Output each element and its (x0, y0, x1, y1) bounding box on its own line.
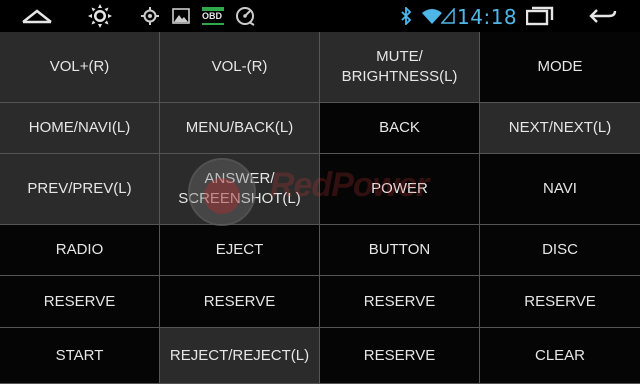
key-button-reserve[interactable]: RESERVE (320, 276, 480, 328)
gallery-icon (171, 0, 191, 32)
key-button-navi[interactable]: NAVI (480, 154, 640, 225)
recent-apps-icon[interactable] (525, 0, 555, 32)
key-button-start[interactable]: START (0, 328, 160, 384)
key-button-vol-r[interactable]: VOL-(R) (160, 32, 320, 103)
key-button-reserve[interactable]: RESERVE (480, 276, 640, 328)
obd-label: OBD (202, 11, 222, 21)
key-button-menu-back-l[interactable]: MENU/BACK(L) (160, 103, 320, 154)
key-button-mute-brightness-l[interactable]: MUTE/ BRIGHTNESS(L) (320, 32, 480, 103)
obd-icon: OBD (201, 0, 225, 32)
speed-icon (234, 0, 256, 32)
key-button-reserve[interactable]: RESERVE (320, 328, 480, 384)
chevron-up-icon[interactable] (20, 0, 54, 32)
key-button-radio[interactable]: RADIO (0, 225, 160, 276)
wifi-icon (422, 0, 442, 32)
brightness-icon[interactable] (86, 0, 114, 32)
key-button-answer-screenshot-l[interactable]: ANSWER/ SCREENSHOT(L) (160, 154, 320, 225)
button-grid: VOL+(R) VOL-(R) MUTE/ BRIGHTNESS(L) MODE HOM… (0, 32, 640, 384)
key-button-vol-r[interactable]: VOL+(R) (0, 32, 160, 103)
key-button-back[interactable]: BACK (320, 103, 480, 154)
key-button-mode[interactable]: MODE (480, 32, 640, 103)
key-button-home-navi-l[interactable]: HOME/NAVI(L) (0, 103, 160, 154)
key-button-clear[interactable]: CLEAR (480, 328, 640, 384)
key-button-reserve[interactable]: RESERVE (0, 276, 160, 328)
key-button-reserve[interactable]: RESERVE (160, 276, 320, 328)
gps-icon (140, 0, 160, 32)
key-button-reject-reject-l[interactable]: REJECT/REJECT(L) (160, 328, 320, 384)
clock: 14:18 (457, 5, 518, 29)
key-button-eject[interactable]: EJECT (160, 225, 320, 276)
key-button-button[interactable]: BUTTON (320, 225, 480, 276)
key-button-power[interactable]: POWER (320, 154, 480, 225)
back-icon[interactable] (588, 0, 618, 32)
key-button-prev-prev-l[interactable]: PREV/PREV(L) (0, 154, 160, 225)
key-button-disc[interactable]: DISC (480, 225, 640, 276)
signal-icon (441, 0, 455, 32)
key-button-next-next-l[interactable]: NEXT/NEXT(L) (480, 103, 640, 154)
bluetooth-icon (399, 0, 413, 32)
status-bar: OBD 14:18 (0, 0, 640, 32)
